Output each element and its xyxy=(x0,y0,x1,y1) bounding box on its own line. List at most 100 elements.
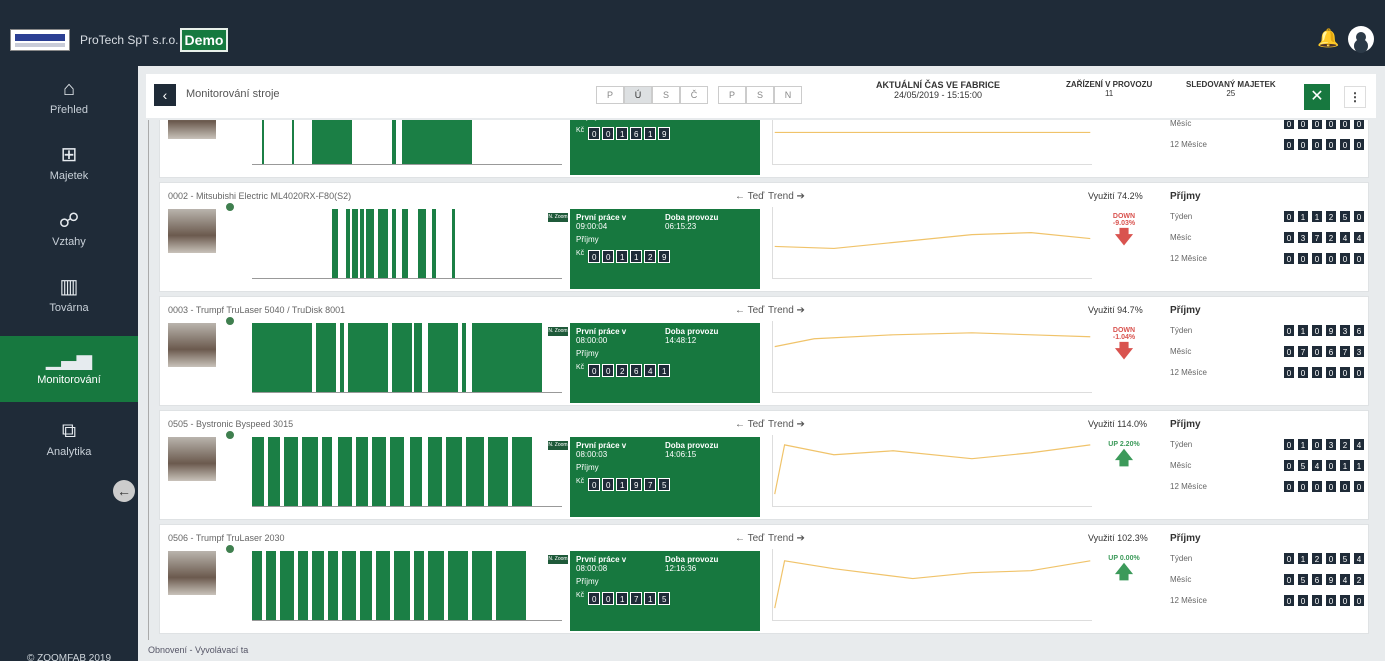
counter-digit: 5 xyxy=(658,478,671,491)
utilization: Využití 94.7% xyxy=(1088,305,1143,315)
now-link[interactable]: ← Teď xyxy=(735,191,764,202)
zoom-badge-icon[interactable] xyxy=(224,315,236,327)
zoom-button[interactable]: N. Zoom xyxy=(548,213,568,222)
counter-digit: 2 xyxy=(616,364,629,377)
trend-link[interactable]: Trend ➔ xyxy=(768,191,805,202)
machine-row[interactable]: 0505 - Bystronic Byspeed 3015 N. Zoom Pr… xyxy=(159,410,1369,520)
now-link[interactable]: ← Teď xyxy=(735,533,764,544)
counter-digit: 0 xyxy=(1325,594,1337,607)
sidebar-item-tovarna[interactable]: ▥ Továrna xyxy=(0,264,138,330)
machine-title[interactable]: 0505 - Bystronic Byspeed 3015 xyxy=(168,419,293,429)
counter-digit: 0 xyxy=(1339,480,1351,493)
counter-digit: 3 xyxy=(1339,324,1351,337)
counter-digit: 0 xyxy=(1311,252,1323,265)
counter-digit: 1 xyxy=(616,250,629,263)
now-link[interactable]: ← Teď xyxy=(735,305,764,316)
sidebar-item-majetek[interactable]: ⊞ Majetek xyxy=(0,132,138,198)
zoom-badge-icon[interactable] xyxy=(224,201,236,213)
duration-label: Doba provozu xyxy=(665,555,719,564)
revenue-panel: Příjmy Týden 010324 Měsíc 054011 12 Měsí… xyxy=(1170,419,1365,493)
trend-line xyxy=(774,232,1091,250)
collapse-sidebar-icon[interactable]: ← xyxy=(113,480,135,502)
counter-digit: 0 xyxy=(588,478,601,491)
footer-link[interactable]: Obnovení - Vyvolávací ta xyxy=(148,645,248,655)
back-button[interactable]: ‹ xyxy=(154,84,176,106)
machine-thumbnail[interactable] xyxy=(168,209,216,253)
counter-digit: 2 xyxy=(1339,438,1351,451)
now-link[interactable]: ← Teď xyxy=(735,419,764,430)
machine-title[interactable]: 0002 - Mitsubishi Electric ML4020RX-F80(… xyxy=(168,191,351,201)
counter-digit: 1 xyxy=(1339,459,1351,472)
counter-digit: 1 xyxy=(1353,459,1365,472)
shift-tab[interactable]: P xyxy=(718,86,746,104)
machine-thumbnail[interactable] xyxy=(168,323,216,367)
trend-line xyxy=(774,444,1091,495)
zoom-button[interactable]: N. Zoom xyxy=(548,555,568,564)
sidebar: ⌂ Přehled ⊞ Majetek ☍ Vztahy ▥ Továrna ▁… xyxy=(0,66,138,661)
timeline-segment xyxy=(446,437,462,506)
first-work-label: První práce v xyxy=(576,555,627,564)
utilization: Využití 74.2% xyxy=(1088,191,1143,201)
shift-tab[interactable]: S xyxy=(746,86,774,104)
year-label: 12 Měsíce xyxy=(1170,140,1207,149)
zoom-badge-icon[interactable] xyxy=(224,543,236,555)
shift-tab[interactable]: P xyxy=(596,86,624,104)
sidebar-item-monitorovani[interactable]: ▁▃▅ Monitorování xyxy=(0,336,138,402)
counter-digit: 0 xyxy=(1297,138,1309,151)
zoom-badge-icon[interactable] xyxy=(224,429,236,441)
machine-title[interactable]: 0506 - Trumpf TruLaser 2030 xyxy=(168,533,285,543)
counter-digit: 0 xyxy=(1283,210,1295,223)
timeline-segment xyxy=(488,437,508,506)
timeline-segment xyxy=(268,437,280,506)
trend-link[interactable]: Trend ➔ xyxy=(768,533,805,544)
timeline-segment xyxy=(414,323,422,392)
fullscreen-icon[interactable]: ✕ xyxy=(1304,84,1330,110)
zoom-button[interactable]: N. Zoom xyxy=(548,441,568,450)
timeline-segment xyxy=(340,323,344,392)
timeline-segment xyxy=(322,437,332,506)
counter-digit: 0 xyxy=(602,250,615,263)
sidebar-item-analytika[interactable]: ⧉ Analytika xyxy=(0,408,138,474)
shift-tabs: P Ú S Č P S N xyxy=(596,86,802,106)
timeline-segment xyxy=(448,551,468,620)
machine-row[interactable]: 0002 - Mitsubishi Electric ML4020RX-F80(… xyxy=(159,182,1369,292)
more-menu-icon[interactable]: ⋮ xyxy=(1344,86,1366,108)
machine-thumbnail[interactable] xyxy=(168,437,216,481)
zoom-button[interactable]: N. Zoom xyxy=(548,327,568,336)
counter-digit: 1 xyxy=(644,127,657,140)
shift-tab[interactable]: Ú xyxy=(624,86,652,104)
home-icon: ⌂ xyxy=(62,78,76,100)
machine-thumbnail[interactable] xyxy=(168,551,216,595)
shift-tab[interactable]: S xyxy=(652,86,680,104)
shift-tab[interactable]: Č xyxy=(680,86,708,104)
timeline-segment xyxy=(496,551,526,620)
notifications-icon[interactable]: 🔔 xyxy=(1317,27,1339,49)
sidebar-item-vztahy[interactable]: ☍ Vztahy xyxy=(0,198,138,264)
arrow-up-icon: 🡅 xyxy=(1114,448,1134,468)
counter-digit: 0 xyxy=(1339,594,1351,607)
user-avatar[interactable] xyxy=(1348,26,1374,52)
counter-digit: 1 xyxy=(1297,552,1309,565)
machine-row[interactable]: 0003 - Trumpf TruLaser 5040 / TruDisk 80… xyxy=(159,296,1369,406)
demo-badge[interactable]: Demo xyxy=(180,28,228,52)
counter-digit: 5 xyxy=(1339,210,1351,223)
counter-digit: 4 xyxy=(1353,231,1365,244)
machine-title[interactable]: 0003 - Trumpf TruLaser 5040 / TruDisk 80… xyxy=(168,305,345,315)
machine-thumbnail[interactable] xyxy=(168,120,216,139)
shift-tab[interactable]: N xyxy=(774,86,802,104)
top-bar: ProTech SpT s.r.o. Demo 🔔 xyxy=(0,0,1385,66)
trend-link[interactable]: Trend ➔ xyxy=(768,419,805,430)
machine-row[interactable]: N. Zoom První práce v Doba provozu Příjm… xyxy=(159,120,1369,178)
month-label: Měsíc xyxy=(1170,347,1192,356)
devices-in-operation[interactable]: ZAŘÍZENÍ V PROVOZU 11 xyxy=(1066,80,1152,98)
machine-row[interactable]: 0506 - Trumpf TruLaser 2030 N. Zoom Prvn… xyxy=(159,524,1369,634)
tracked-assets[interactable]: SLEDOVANÝ MAJETEK 25 xyxy=(1186,80,1276,98)
company-logo[interactable] xyxy=(10,29,70,51)
counter-digit: 0 xyxy=(1297,594,1309,607)
counter-digit: 0 xyxy=(1283,366,1295,379)
counter-digit: 0 xyxy=(588,127,601,140)
sidebar-item-prehled[interactable]: ⌂ Přehled xyxy=(0,66,138,132)
trend-link[interactable]: Trend ➔ xyxy=(768,305,805,316)
counter-digit: 5 xyxy=(658,592,671,605)
timeline-segment xyxy=(360,209,364,278)
